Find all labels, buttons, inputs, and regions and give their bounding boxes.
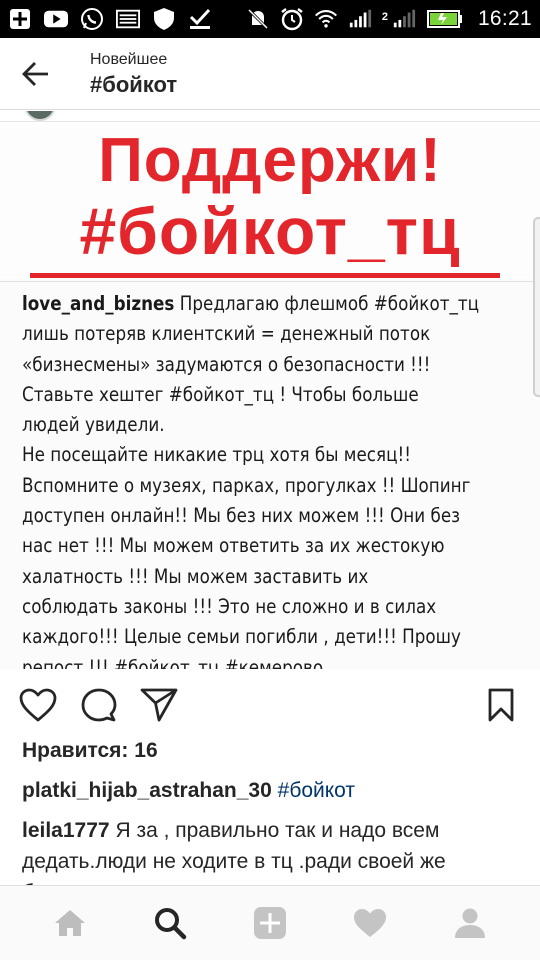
status-bar: 2 16:21 — [0, 0, 540, 38]
banner-underline — [30, 273, 500, 278]
like-button[interactable] — [18, 685, 58, 725]
image-caption-line: соблюдать законы !!! Это не сложно и в с… — [22, 594, 437, 618]
post-actions — [0, 679, 540, 731]
image-icon — [116, 7, 140, 31]
image-caption-line: love_and_biznes Предлагаю флешмоб #бойко… — [22, 292, 480, 315]
banner-line-1: Поддержи! — [98, 127, 442, 195]
image-caption-line: Не посещайте никакие трц хотя бы месяц!! — [22, 443, 411, 467]
divider — [0, 121, 540, 122]
mute-icon — [246, 7, 270, 31]
profile-icon — [455, 908, 485, 938]
signal-2-icon — [392, 7, 416, 31]
post-banner: Поддержи! #бойкот_тц — [0, 127, 540, 279]
comment-icon — [81, 688, 117, 722]
image-caption-line: людей увидели. — [22, 413, 165, 437]
comment-item: platki_hijab_astrahan_30 #бойкот — [22, 775, 522, 806]
likes-count[interactable]: Нравится: 16 — [22, 739, 158, 763]
signal-icon — [348, 7, 372, 31]
image-caption-line: репост !!! #бойкот_тц #кемерово — [22, 655, 324, 669]
bottom-navigation — [0, 885, 540, 960]
home-icon — [55, 910, 85, 936]
bookmark-icon — [488, 688, 514, 722]
battery-icon — [426, 7, 464, 31]
hashtag-title: #бойкот — [90, 72, 178, 97]
nav-search[interactable] — [143, 896, 197, 950]
image-caption-line: халатность !!! Мы можем заставить их — [22, 564, 369, 588]
comment-hashtag[interactable]: #бойкот — [278, 779, 355, 802]
image-caption-line: лишь потеряв клиентский = денежный поток — [22, 322, 431, 346]
back-button[interactable] — [20, 58, 52, 90]
banner-line-2: #бойкот_тц — [79, 194, 461, 268]
image-caption-line: «бизнесмены» задумаются о безопасности !… — [22, 352, 431, 376]
image-caption-line: Ставьте хештег #бойкот_тц ! Чтобы больше — [22, 382, 419, 406]
next-card-edge — [533, 217, 540, 397]
wifi-icon — [314, 7, 338, 31]
heart-icon — [19, 688, 57, 722]
shield-icon — [152, 7, 176, 31]
comment-username[interactable]: leila1777 — [22, 819, 110, 842]
search-icon — [155, 908, 187, 940]
sim-label: 2 — [381, 11, 388, 23]
app-header: Новейшее #бойкот — [0, 38, 540, 110]
clock: 16:21 — [477, 7, 532, 30]
alarm-icon — [280, 7, 304, 31]
add-box-icon — [8, 7, 32, 31]
comment-item: leila1777 Я за , правильно так и надо вс… — [22, 815, 522, 885]
image-caption-line: нас нет !!! Мы можем ответить за их жест… — [22, 534, 445, 558]
whatsapp-icon — [80, 7, 104, 31]
image-caption-line: доступен онлайн!! Мы без них можем !!! О… — [22, 504, 461, 528]
nav-activity[interactable] — [343, 896, 397, 950]
share-button[interactable] — [139, 685, 179, 725]
header-subtitle: Новейшее — [90, 51, 168, 68]
add-post-icon — [254, 907, 286, 939]
nav-add-post[interactable] — [243, 896, 297, 950]
image-caption-line: каждого!!! Целые семьи погибли , дети!!!… — [22, 625, 461, 649]
image-caption-text: love_and_biznes Предлагаю флешмоб #бойко… — [22, 289, 518, 669]
comment-button[interactable] — [79, 685, 119, 725]
nav-profile[interactable] — [443, 896, 497, 950]
back-arrow-icon — [22, 62, 48, 86]
image-caption-line: Вспомните о музеях, парках, прогулках !!… — [22, 473, 471, 497]
avatar — [24, 111, 56, 121]
activity-heart-icon — [354, 909, 386, 937]
checkmark-icon — [188, 7, 212, 31]
youtube-icon — [44, 7, 68, 31]
divider — [0, 281, 540, 282]
post-image[interactable]: Поддержи! #бойкот_тц love_and_biznes Пре… — [0, 127, 540, 669]
save-button[interactable] — [481, 685, 521, 725]
nav-home[interactable] — [43, 896, 97, 950]
comment-username[interactable]: platki_hijab_astrahan_30 — [22, 779, 272, 802]
share-icon — [140, 688, 178, 722]
image-caption-user: love_and_biznes — [22, 292, 175, 315]
post-feed[interactable]: Поддержи! #бойкот_тц love_and_biznes Пре… — [0, 111, 540, 885]
